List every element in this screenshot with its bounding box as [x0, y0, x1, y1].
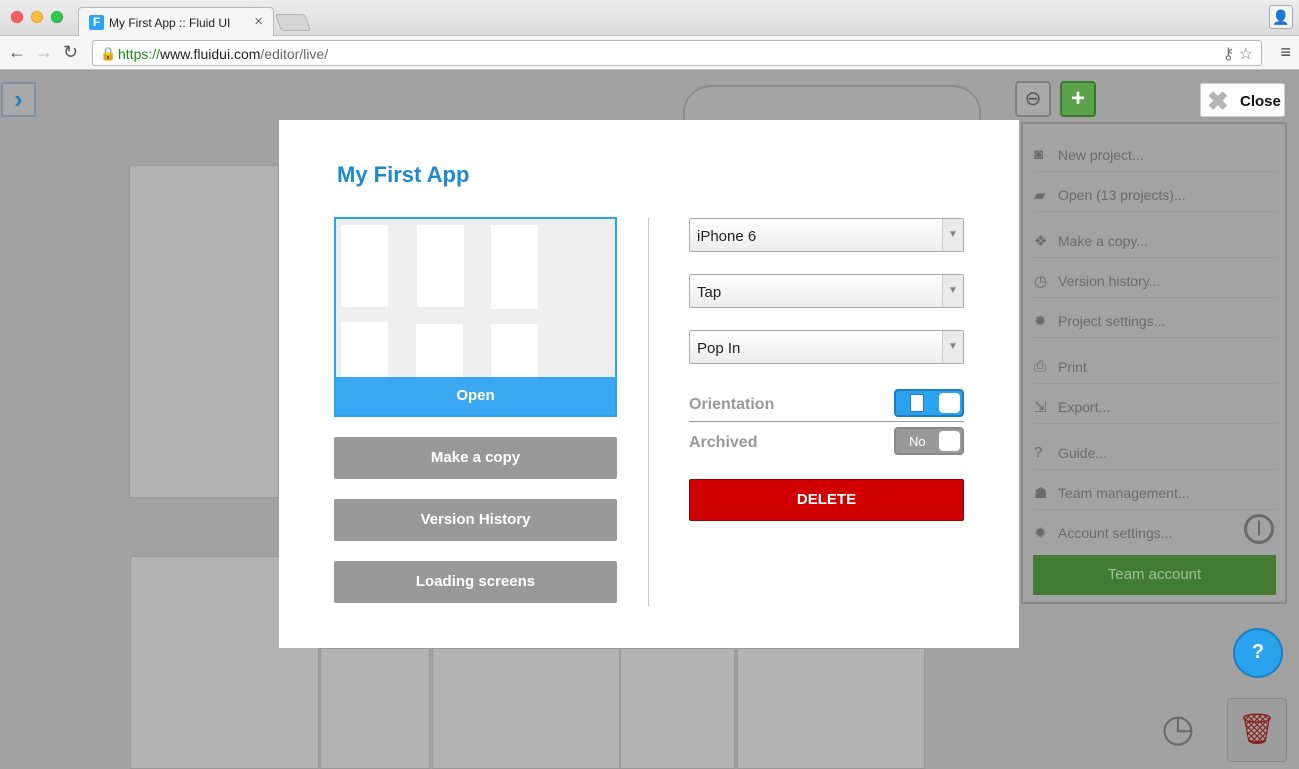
chevron-down-icon: ▼ [942, 219, 963, 251]
orientation-label: Orientation [689, 396, 775, 413]
option-divider [689, 421, 964, 422]
team-icon: ☗ [1034, 485, 1048, 502]
open-project-button[interactable]: Open [336, 377, 615, 415]
trash-icon[interactable]: 🗑 [1227, 698, 1287, 762]
loading-screens-button[interactable]: Loading screens [334, 561, 617, 603]
camera-icon: ◙ [1034, 146, 1044, 163]
toggle-knob [939, 431, 960, 451]
forward-arrow-icon[interactable]: → [35, 42, 53, 63]
project-settings-modal: My First App Open Make a copy Version Hi… [279, 120, 1019, 648]
menu-item-team-management[interactable]: ☗ Team management... [1033, 474, 1277, 510]
menu-item-open[interactable]: ▰ Open (13 projects)... [1033, 176, 1277, 212]
transition-select[interactable]: Pop In ▼ [689, 330, 964, 364]
chevron-down-icon: ▼ [942, 275, 963, 307]
modal-divider [648, 217, 649, 607]
bookmark-star-icon[interactable]: ⚷ ☆ [1222, 44, 1253, 64]
menu-item-make-copy[interactable]: ❖ Make a copy... [1033, 222, 1277, 258]
screen-card[interactable] [620, 648, 735, 769]
version-history-button[interactable]: Version History [334, 499, 617, 541]
address-bar[interactable]: 🔒 https://www.fluidui.com/editor/live/ ⚷… [92, 40, 1262, 66]
menu-item-project-settings[interactable]: ✹ Project settings... [1033, 302, 1277, 338]
modal-title: My First App [337, 162, 470, 187]
logout-power-icon[interactable]: | [1244, 514, 1274, 544]
menu-item-version-history[interactable]: ◷ Version history... [1033, 262, 1277, 298]
archived-label: Archived [689, 434, 758, 451]
menu-item-guide[interactable]: ? Guide... [1033, 434, 1277, 470]
zoom-out-icon[interactable]: ⊖ [1015, 81, 1051, 117]
portrait-icon [910, 394, 924, 412]
gesture-select[interactable]: Tap ▼ [689, 274, 964, 308]
team-account-button[interactable]: Team account [1033, 555, 1276, 595]
device-select[interactable]: iPhone 6 ▼ [689, 218, 964, 252]
reload-icon[interactable]: ↻ [63, 42, 78, 63]
project-thumbnail[interactable]: Open [334, 217, 617, 417]
window-close-button[interactable] [11, 11, 23, 23]
screen-card[interactable] [432, 648, 620, 769]
lock-icon: 🔒 [100, 46, 117, 61]
archived-toggle[interactable]: No [894, 427, 964, 455]
tab-title: My First App :: Fluid UI [109, 16, 231, 30]
back-arrow-icon[interactable]: ← [8, 42, 26, 63]
menu-item-account-settings[interactable]: ✹ Account settings... [1033, 514, 1277, 550]
browser-titlebar: F My First App :: Fluid UI × 👤 [0, 0, 1299, 37]
url-text: https://www.fluidui.com/editor/live/ [118, 46, 329, 62]
tab-close-icon[interactable]: × [254, 13, 263, 30]
close-button[interactable]: ✖ Close [1200, 83, 1285, 117]
menu-item-new-project[interactable]: ◙ New project... [1033, 136, 1277, 172]
thumbnail-screen [417, 225, 464, 307]
help-chat-icon[interactable]: ? [1233, 628, 1283, 678]
toggle-knob [939, 393, 960, 413]
history-clock-icon[interactable]: ◷ [1156, 707, 1200, 751]
chevron-down-icon: ▼ [942, 331, 963, 363]
thumbnail-screen [491, 225, 538, 309]
new-tab-button[interactable] [274, 14, 312, 31]
export-icon: ⇲ [1034, 399, 1047, 416]
project-menu-panel: ◙ New project... ▰ Open (13 projects)...… [1021, 122, 1287, 604]
copy-icon: ❖ [1034, 233, 1048, 250]
window-minimize-button[interactable] [31, 11, 43, 23]
gear-icon: ✹ [1034, 313, 1047, 330]
print-icon: ⎙ [1034, 358, 1047, 375]
browser-menu-icon[interactable]: ≡ [1280, 42, 1291, 63]
fluid-ui-favicon-icon: F [89, 15, 104, 30]
expand-panel-chevron-icon[interactable]: › [1, 82, 36, 117]
orientation-toggle[interactable] [894, 389, 964, 417]
delete-button[interactable]: DELETE [689, 479, 964, 521]
history-icon: ◷ [1034, 273, 1048, 290]
profile-icon[interactable]: 👤 [1269, 5, 1293, 29]
window-zoom-button[interactable] [51, 11, 63, 23]
menu-item-export[interactable]: ⇲ Export... [1033, 388, 1277, 424]
close-x-icon: ✖ [1207, 86, 1229, 116]
make-copy-button[interactable]: Make a copy [334, 437, 617, 479]
menu-item-print[interactable]: ⎙ Print [1033, 348, 1277, 384]
screen-card[interactable] [320, 648, 430, 769]
folder-icon: ▰ [1034, 187, 1046, 204]
question-icon: ? [1034, 444, 1043, 461]
add-screen-icon[interactable]: + [1060, 81, 1096, 117]
thumbnail-screen [341, 225, 388, 307]
gear-icon: ✹ [1034, 525, 1047, 542]
screen-card[interactable] [737, 648, 925, 769]
screen-card[interactable] [129, 165, 279, 498]
browser-tab-active[interactable]: F My First App :: Fluid UI × [78, 7, 274, 37]
browser-toolbar: ← → ↻ 🔒 https://www.fluidui.com/editor/l… [0, 36, 1299, 70]
